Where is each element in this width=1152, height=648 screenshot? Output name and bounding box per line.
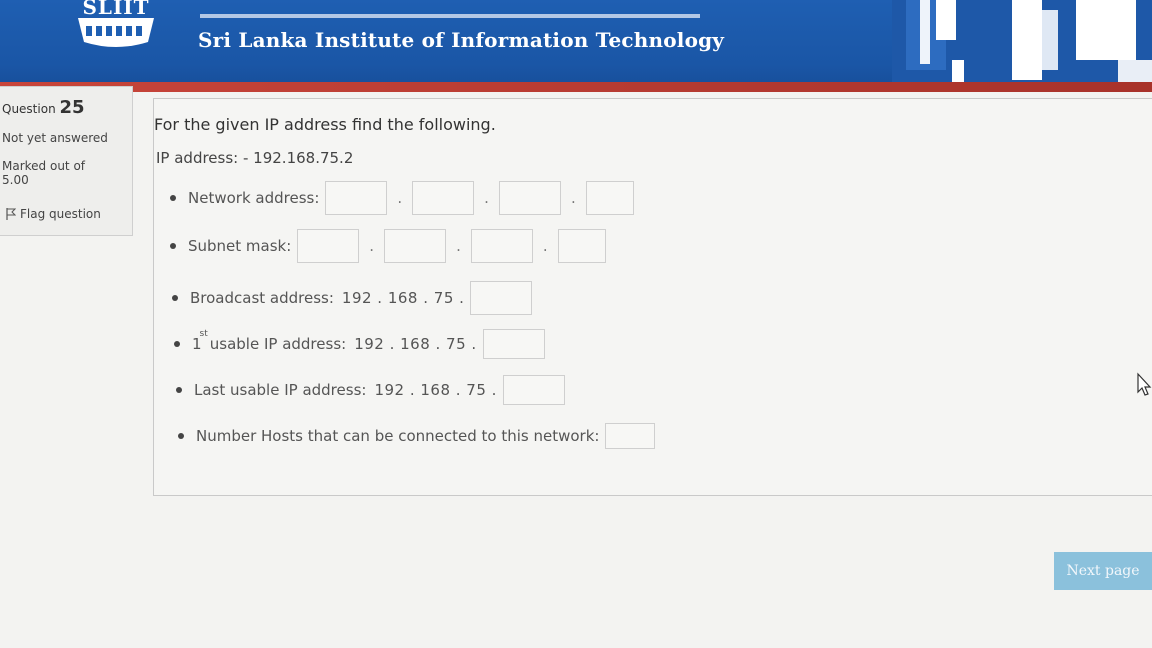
first-usable-item: 1 st usable IP address: 192 . 168 . 75 . (174, 329, 545, 359)
institution-name: Sri Lanka Institute of Information Techn… (198, 28, 725, 52)
question-number: Question 25 (2, 97, 85, 118)
bullet (172, 295, 178, 301)
question-state: Not yet answered (2, 131, 108, 145)
bullet (170, 243, 176, 249)
hosts-input[interactable] (605, 423, 656, 449)
header-rule (200, 14, 700, 18)
broadcast-address-item: Broadcast address: 192 . 168 . 75 . (172, 281, 533, 315)
broadcast-address-label: Broadcast address: (190, 289, 334, 307)
bullet (174, 341, 180, 347)
broadcast-prefix: 192 . 168 . 75 . (341, 289, 465, 307)
site-header: SLIIT Sri Lanka Institute of Information… (0, 0, 1152, 92)
subnet-octet-1-input[interactable] (297, 229, 360, 263)
question-number-value: 25 (59, 97, 85, 118)
broadcast-octet-4-input[interactable] (470, 281, 533, 315)
dot-separator: . (484, 189, 489, 207)
last-usable-item: Last usable IP address: 192 . 168 . 75 . (176, 375, 565, 405)
bullet (176, 387, 182, 393)
subnet-octet-2-input[interactable] (384, 229, 447, 263)
last-usable-label: Last usable IP address: (194, 381, 367, 399)
network-octet-4-input[interactable] (585, 181, 634, 215)
network-address-label: Network address: (188, 189, 320, 207)
question-info-panel: Question 25 Not yet answered Marked out … (0, 86, 133, 236)
last-usable-prefix: 192 . 168 . 75 . (374, 381, 497, 399)
first-usable-label: usable IP address: (209, 335, 347, 353)
question-prompt: For the given IP address find the follow… (154, 115, 496, 134)
header-stripe (0, 82, 1152, 92)
question-grade: Marked out of 5.00 (2, 159, 86, 187)
question-label: Question (2, 102, 56, 116)
building-photo-icon (892, 0, 1152, 92)
dot-separator: . (369, 237, 375, 255)
bullet (178, 433, 184, 439)
last-usable-octet-4-input[interactable] (502, 375, 565, 405)
logo-emblem-icon (78, 18, 154, 47)
dot-separator: . (570, 189, 576, 207)
dot-separator: . (456, 237, 461, 255)
question-content: For the given IP address find the follow… (153, 98, 1152, 496)
dot-separator: . (397, 189, 403, 207)
network-octet-3-input[interactable] (498, 181, 561, 215)
flag-question-link[interactable]: Flag question (6, 207, 101, 221)
network-address-item: Network address: . . . (170, 181, 634, 215)
network-octet-2-input[interactable] (412, 181, 475, 215)
sliit-logo[interactable]: SLIIT (78, 0, 154, 50)
subnet-mask-label: Subnet mask: (188, 237, 292, 255)
first-usable-octet-4-input[interactable] (482, 329, 545, 359)
next-page-button[interactable]: Next page (1054, 552, 1152, 590)
mouse-cursor-icon (1137, 372, 1152, 396)
subnet-octet-3-input[interactable] (470, 229, 533, 263)
subnet-mask-item: Subnet mask: . . . (170, 229, 606, 263)
dot-separator: . (542, 237, 548, 255)
ip-address-line: IP address: - 192.168.75.2 (156, 149, 354, 167)
subnet-octet-4-input[interactable] (557, 229, 606, 263)
bullet (170, 195, 176, 201)
hosts-label: Number Hosts that can be connected to th… (196, 427, 600, 445)
first-usable-prefix: 192 . 168 . 75 . (354, 335, 477, 353)
flag-question-label: Flag question (20, 207, 101, 221)
network-octet-1-input[interactable] (325, 181, 388, 215)
flag-icon (6, 208, 16, 220)
first-usable-sup: st (199, 329, 208, 339)
hosts-item: Number Hosts that can be connected to th… (178, 423, 656, 449)
